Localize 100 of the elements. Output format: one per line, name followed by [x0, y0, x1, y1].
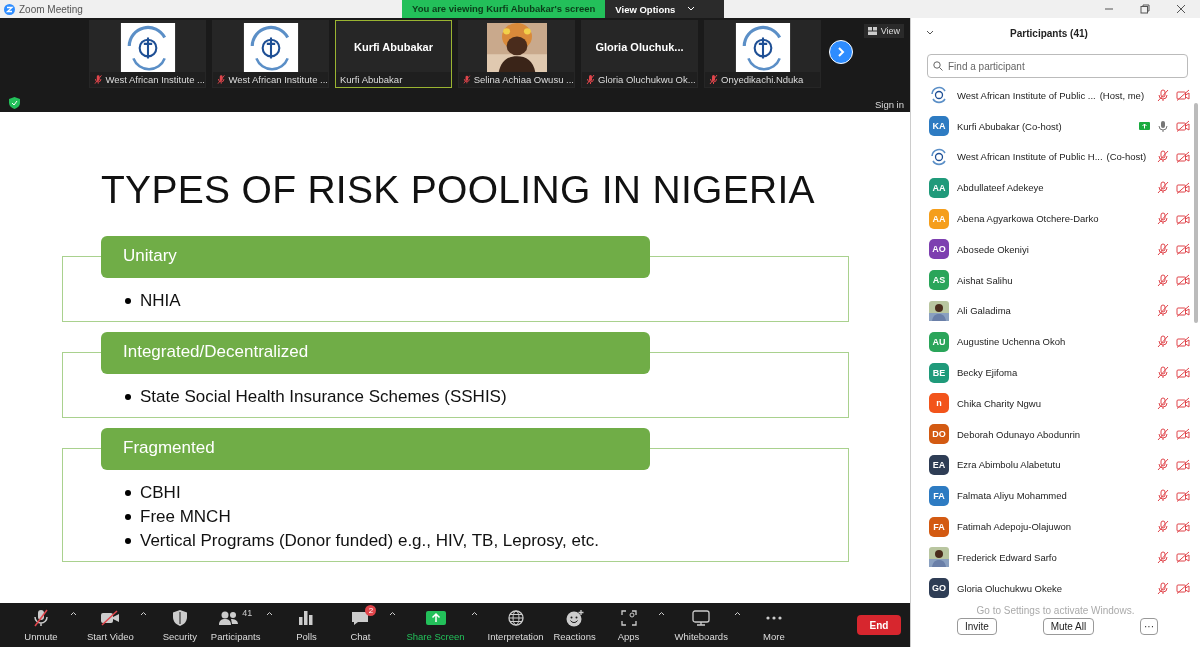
participant-name: Gloria Oluchukwu Okeke — [957, 582, 1063, 594]
search-field[interactable]: Find a participant — [927, 54, 1188, 78]
search-icon — [933, 61, 943, 71]
shield-icon — [172, 610, 187, 626]
participant-row[interactable]: West African Institute of Public ... (Host, me) — [929, 80, 1190, 111]
participant-row[interactable]: AA Abena Agyarkowa Otchere-Darko — [929, 203, 1190, 234]
participant-name: Deborah Odunayo Abodunrin — [957, 428, 1081, 440]
panel-title: Participants (41) — [1009, 27, 1089, 39]
chevron-right-icon — [835, 46, 847, 58]
toolbar-button[interactable]: 2 Chat — [333, 605, 388, 645]
muted-mic-icon — [33, 609, 49, 627]
participant-row[interactable]: GO Gloria Oluchukwu Okeke — [929, 572, 1190, 604]
caret-icon[interactable] — [70, 611, 77, 616]
caret-icon[interactable] — [657, 611, 665, 616]
participant-row[interactable]: AS Aishat Salihu — [929, 264, 1190, 296]
toolbar-button[interactable]: Apps — [601, 605, 656, 645]
participant-row[interactable]: BE Becky Ejifoma — [929, 357, 1190, 388]
video-tile[interactable]: Onyedikachi.Nduka — [704, 20, 821, 88]
toolbar-button[interactable]: Polls — [279, 605, 334, 645]
video-tile[interactable]: Selina Achiaa Owusu ... — [458, 20, 575, 88]
participant-name: Fatimah Adepoju-Olajuwon — [957, 521, 1072, 533]
participant-name: Ezra Abimbolu Alabetutu — [957, 459, 1061, 471]
restore-icon[interactable] — [1140, 4, 1150, 14]
caret-icon[interactable] — [266, 611, 274, 616]
participant-row[interactable]: KA Kurfi Abubakar (Co-host) — [929, 110, 1190, 142]
more-button[interactable]: ··· — [1140, 617, 1158, 635]
video-off-icon — [100, 610, 121, 626]
video-tile[interactable]: Kurfi Abubakar Kurfi Abubakar — [335, 20, 452, 88]
people-icon — [219, 611, 240, 625]
participant-row[interactable]: DO Deborah Odunayo Abodunrin — [929, 418, 1190, 450]
participant-name: Gloria Oluchuk... — [595, 40, 684, 53]
video-tile[interactable]: West African Institute ... — [89, 20, 206, 88]
window-title: Zoom Meeting — [19, 3, 83, 15]
end-button[interactable]: End — [857, 615, 901, 635]
caret-icon[interactable] — [139, 611, 147, 616]
participant-row[interactable]: EA Ezra Abimbolu Alabetutu — [929, 449, 1190, 481]
view-options-button[interactable]: View Options — [605, 0, 725, 18]
participant-name: Abdullateef Adekeye — [957, 182, 1044, 194]
section-heading: Fragmented — [101, 428, 650, 470]
caret-icon[interactable] — [733, 611, 741, 616]
smiley-plus-icon — [565, 609, 584, 627]
toolbar-button[interactable]: Share Screen — [402, 605, 469, 645]
globe-icon — [507, 610, 524, 626]
next-page-button[interactable] — [829, 40, 853, 64]
view-button[interactable]: View — [863, 24, 904, 38]
avatar: AA — [929, 208, 949, 229]
participant-row[interactable]: FA Fatimah Adepoju-Olajuwon — [929, 511, 1190, 542]
participant-name: Falmata Aliyu Mohammed — [957, 490, 1067, 502]
shield-icon — [9, 97, 20, 109]
participant-row[interactable]: Frederick Edward Sarfo — [929, 541, 1190, 573]
participant-role: (Host, me) — [1099, 89, 1145, 101]
avatar: AO — [929, 239, 949, 260]
participant-row[interactable]: AA Abdullateef Adekeye — [929, 172, 1190, 204]
whiteboard-icon — [692, 610, 711, 626]
institute-logo-icon — [929, 85, 949, 106]
toolbar-button[interactable]: Whiteboards — [670, 605, 732, 645]
slide-title: TYPES OF RISK POOLING IN NIGERIA — [101, 167, 816, 213]
toolbar-button[interactable]: Reactions — [547, 605, 602, 645]
toolbar-button[interactable]: 41 Participants — [206, 605, 265, 645]
bullet-text: CBHI — [140, 482, 181, 504]
avatar: n — [929, 393, 949, 414]
tile-label: West African Institute ... — [228, 74, 328, 85]
section-heading: Unitary — [101, 236, 650, 278]
caret-icon[interactable] — [470, 611, 478, 616]
caret-icon[interactable] — [389, 611, 397, 616]
bullet-icon — [125, 538, 131, 544]
toolbar-button[interactable]: Security — [152, 605, 207, 645]
panel-button[interactable]: Mute All — [1042, 617, 1095, 635]
share-banner: You are viewing Kurfi Abubakar's screen — [402, 0, 606, 18]
avatar: DO — [929, 424, 949, 445]
toolbar-button[interactable]: Unmute — [14, 605, 68, 645]
sign-in-link[interactable]: Sign in — [874, 99, 904, 110]
participant-row[interactable]: AU Augustine Uchenna Okoh — [929, 326, 1190, 358]
participant-row[interactable]: West African Institute of Public H... (Co-host) — [929, 141, 1190, 173]
grid-icon — [867, 27, 877, 35]
tile-label: Gloria Oluchukwu Ok... — [598, 74, 696, 85]
participant-row[interactable]: n Chika Charity Ngwu — [929, 387, 1190, 419]
collapse-icon[interactable] — [926, 30, 934, 36]
avatar: AA — [929, 177, 949, 198]
video-tile[interactable]: West African Institute ... — [212, 20, 329, 88]
bullet-icon — [125, 394, 131, 400]
participant-row[interactable]: AO Abosede Okeniyi — [929, 234, 1190, 265]
bullet-text: NHIA — [140, 290, 181, 312]
participant-row[interactable]: Ali Galadima — [929, 295, 1190, 327]
bullet-icon — [125, 490, 131, 496]
participant-row[interactable]: FA Falmata Aliyu Mohammed — [929, 480, 1190, 512]
participant-name: Abena Agyarkowa Otchere-Darko — [957, 213, 1099, 225]
toolbar-button[interactable]: Start Video — [83, 605, 138, 645]
panel-button[interactable]: Invite — [957, 617, 997, 635]
participant-name: Abosede Okeniyi — [957, 243, 1029, 255]
more-icon — [765, 616, 782, 620]
video-tile[interactable]: Gloria Oluchuk... Gloria Oluchukwu Ok... — [581, 20, 698, 88]
toolbar-button[interactable]: More — [746, 605, 801, 645]
close-icon[interactable] — [1176, 4, 1186, 14]
scrollbar[interactable] — [1194, 103, 1198, 323]
section-heading: Integrated/Decentralized — [101, 332, 650, 374]
participant-name: Chika Charity Ngwu — [957, 397, 1041, 409]
bar-chart-icon — [299, 611, 314, 625]
bullet-text: Free MNCH — [140, 506, 231, 528]
toolbar-button[interactable]: Interpretation — [483, 605, 548, 645]
